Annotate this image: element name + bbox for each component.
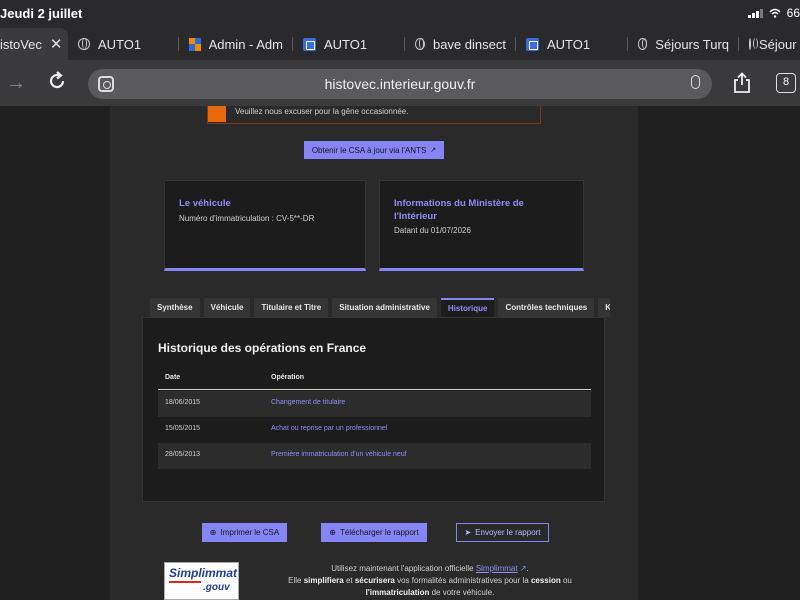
admin-favicon-icon: [189, 37, 201, 51]
external-link-icon: ↗: [517, 564, 527, 573]
tab-histovec[interactable]: istoVec ✕: [0, 28, 68, 60]
tab-admin[interactable]: Admin - Adm: [179, 28, 293, 60]
tab-situation[interactable]: Situation administrative: [332, 298, 437, 317]
send-icon: ➤: [464, 528, 472, 537]
url-field[interactable]: histovec.interieur.gouv.fr: [88, 69, 712, 99]
tab-vehicule[interactable]: Véhicule: [203, 298, 251, 317]
report-tabs: Synthèse Véhicule Titulaire et Titre Sit…: [150, 298, 610, 317]
tab-label: Séjours Turq: [655, 36, 729, 52]
signal-icon: [747, 8, 763, 18]
globe-icon: [415, 38, 425, 50]
row-operation: Première immatriculation d'un véhicule n…: [271, 451, 407, 458]
reload-icon[interactable]: [46, 70, 68, 92]
external-link-icon: ↗: [430, 147, 437, 154]
card-title: Informations du Ministère de l'Intérieur: [394, 198, 524, 222]
row-date: 18/06/2015: [165, 399, 201, 406]
globe-icon: [638, 38, 648, 50]
obtain-csa-button[interactable]: Obtenir le CSA à jour via l'ANTS ↗: [304, 141, 444, 159]
row-operation: Changement de titulaire: [271, 399, 346, 406]
tab-count-button[interactable]: 8: [776, 73, 796, 93]
table-header: Date Opération: [158, 366, 591, 390]
forward-icon[interactable]: →: [6, 72, 26, 95]
card-subtitle: Datant du 01/07/2026: [394, 226, 471, 235]
history-title: Historique des opérations en France: [158, 341, 367, 355]
close-icon[interactable]: ✕: [50, 35, 63, 53]
site-favicon-icon: [303, 37, 316, 51]
row-date: 15/05/2015: [165, 425, 201, 432]
tab-label: bave dinsect: [433, 36, 506, 52]
tab-auto1[interactable]: AUTO1: [516, 28, 628, 60]
column-date: Date: [165, 374, 181, 381]
footer-promo-text: Utilisez maintenant l'application offici…: [288, 564, 572, 597]
tab-synthese[interactable]: Synthèse: [150, 298, 200, 317]
address-bar: → histovec.interieur.gouv.fr 8: [0, 60, 800, 106]
site-favicon-icon: [526, 37, 539, 51]
tab-titulaire[interactable]: Titulaire et Titre: [254, 298, 329, 317]
status-bar: Jeudi 2 juillet 66: [0, 0, 800, 28]
tab-historique[interactable]: Historique: [440, 298, 495, 317]
print-icon: ⊕: [209, 528, 217, 537]
alert-text: Veuillez nous excuser pour la gêne occas…: [235, 107, 409, 116]
simplimmat-logo[interactable]: Simplimmat .gouv: [164, 562, 239, 600]
download-report-button[interactable]: ⊕ Télécharger le rapport: [321, 523, 427, 542]
tab-auto1[interactable]: AUTO1: [68, 28, 179, 60]
column-operation: Opération: [271, 374, 305, 381]
tab-sejour[interactable]: Séjour: [739, 28, 800, 60]
row-operation: Achat ou reprise par un professionnel: [271, 425, 388, 432]
microphone-icon[interactable]: [691, 75, 700, 89]
warning-icon: [208, 106, 226, 122]
globe-icon: [749, 38, 758, 50]
ministry-card: Informations du Ministère de l'Intérieur…: [379, 180, 584, 271]
tab-label: AUTO1: [98, 36, 142, 52]
row-date: 28/05/2013: [165, 451, 201, 458]
history-panel: Historique des opérations en France Date…: [142, 317, 605, 502]
table-row: 28/05/2013 Première immatriculation d'un…: [158, 443, 591, 469]
tab-label: AUTO1: [324, 36, 368, 52]
tab-auto1[interactable]: AUTO1: [293, 28, 405, 60]
tab-label: Admin - Adm: [208, 36, 283, 52]
table-row: 15/05/2015 Achat ou reprise par un profe…: [158, 417, 591, 443]
tab-sejours-turq[interactable]: Séjours Turq: [628, 28, 739, 60]
url-text[interactable]: histovec.interieur.gouv.fr: [88, 76, 712, 92]
card-subtitle: Numéro d'immatriculation : CV-5**-DR: [179, 214, 315, 223]
tab-bave-dinsect[interactable]: bave dinsect: [405, 28, 516, 60]
globe-icon: [78, 38, 90, 50]
download-icon: ⊕: [329, 528, 336, 537]
tab-label: Séjour: [759, 36, 797, 52]
send-report-button[interactable]: ➤ Envoyer le rapport: [456, 523, 549, 542]
status-date: Jeudi 2 juillet: [0, 6, 83, 21]
browser-tab-bar: istoVec ✕ AUTO1 Admin - Adm AUTO1 bave d…: [0, 28, 800, 60]
card-title: Le véhicule: [179, 198, 231, 209]
tab-controles[interactable]: Contrôles techniques: [498, 298, 595, 317]
tab-label: AUTO1: [547, 36, 591, 52]
share-icon[interactable]: [732, 72, 752, 94]
table-row: 18/06/2015 Changement de titulaire: [158, 391, 591, 417]
warning-alert: Veuillez nous excuser pour la gêne occas…: [207, 106, 541, 124]
battery-level: 66: [786, 6, 800, 20]
page-content: Veuillez nous excuser pour la gêne occas…: [0, 106, 800, 600]
vehicle-card: Le véhicule Numéro d'immatriculation : C…: [164, 180, 366, 271]
wifi-icon: [769, 8, 781, 18]
tab-kilometrage[interactable]: Kilo: [598, 298, 610, 317]
simplimmat-link[interactable]: Simplimmat: [476, 564, 518, 573]
tab-label: istoVec: [0, 36, 42, 52]
print-csa-button[interactable]: ⊕ Imprimer le CSA: [202, 523, 287, 542]
